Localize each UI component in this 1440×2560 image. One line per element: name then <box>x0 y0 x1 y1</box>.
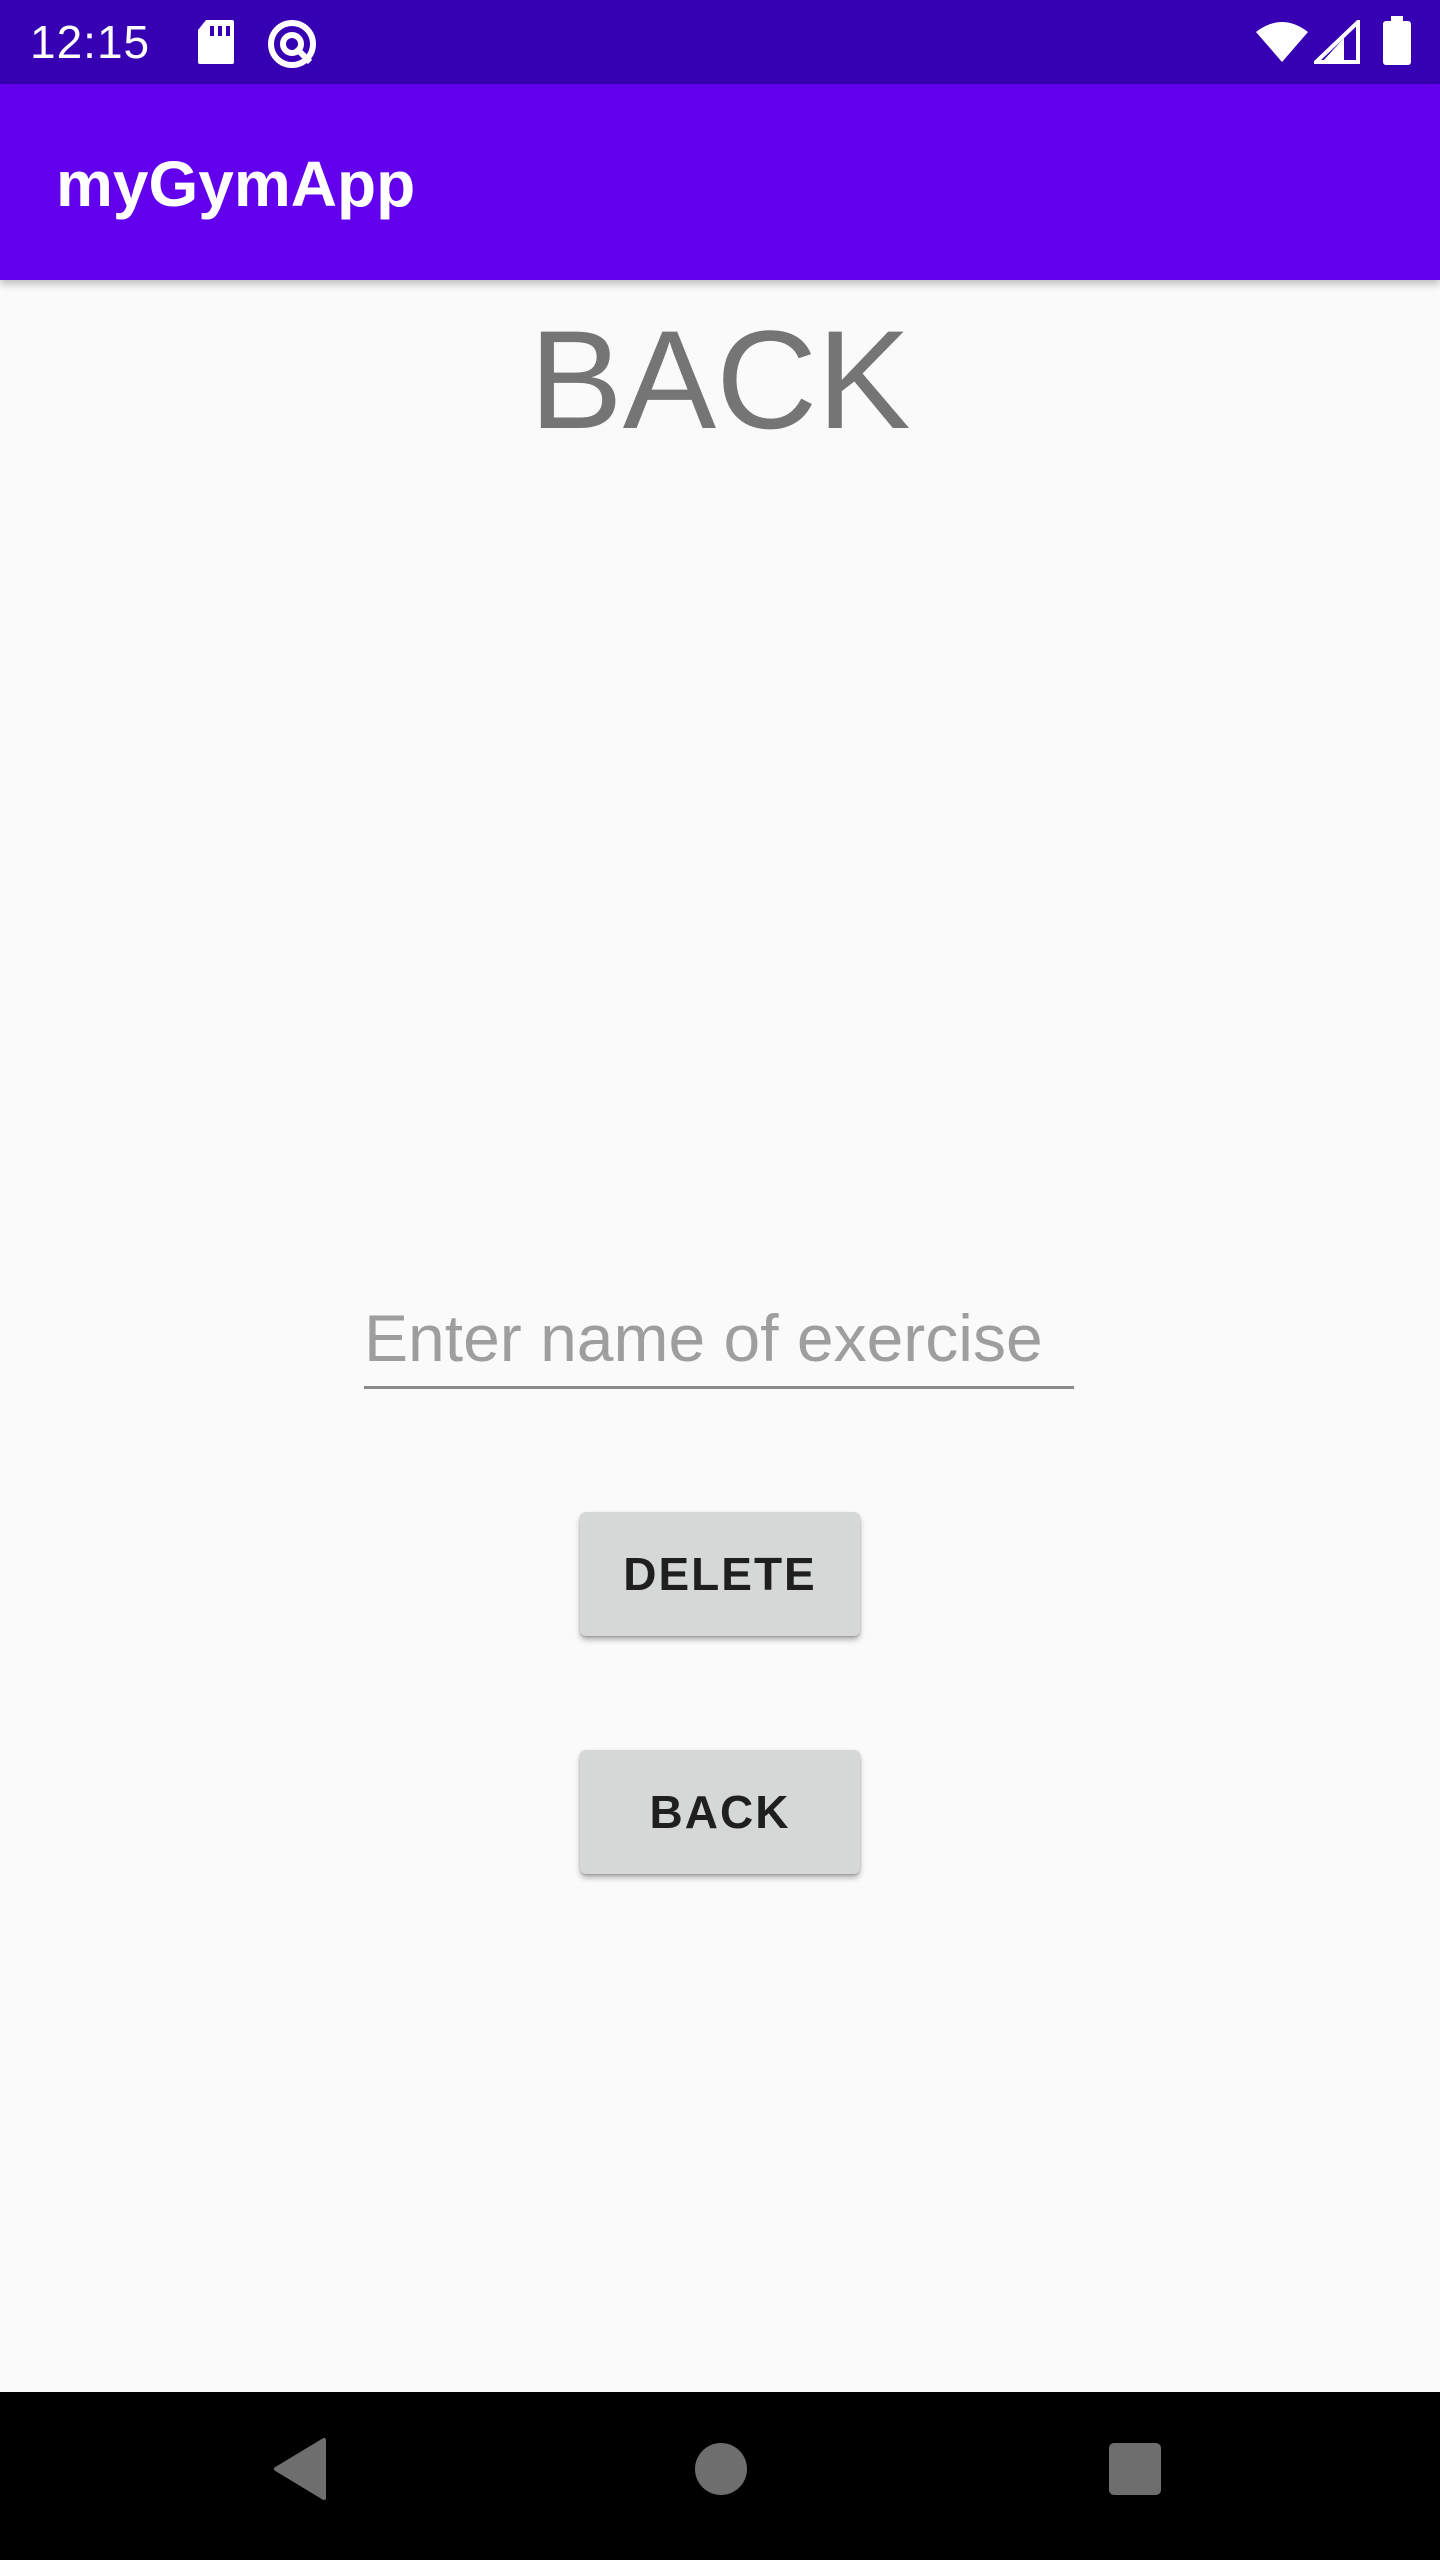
status-bar: 12:15 <box>0 0 1440 84</box>
page-heading: BACK <box>529 301 911 458</box>
signal-icon <box>1311 17 1360 69</box>
home-circle-icon[interactable] <box>694 2442 748 2501</box>
screen: 12:15 myGymApp BACK Enter name of exerci… <box>0 0 1440 2560</box>
status-time: 12:15 <box>30 16 151 68</box>
sd-card-icon <box>196 18 236 71</box>
exercise-name-input[interactable] <box>364 1290 1074 1389</box>
back-button[interactable]: BACK <box>580 1750 860 1874</box>
delete-button[interactable]: DELETE <box>580 1512 860 1636</box>
navigation-bar <box>0 2392 1440 2560</box>
recents-square-icon[interactable] <box>1108 2442 1162 2501</box>
wifi-icon <box>1254 20 1310 69</box>
back-triangle-icon[interactable] <box>272 2436 328 2507</box>
app-title: myGymApp <box>56 148 416 220</box>
vpn-icon <box>266 18 318 75</box>
battery-icon <box>1382 16 1412 71</box>
app-bar: myGymApp <box>0 84 1440 280</box>
